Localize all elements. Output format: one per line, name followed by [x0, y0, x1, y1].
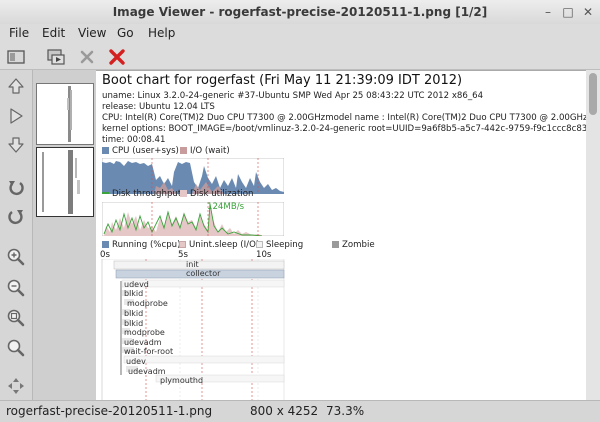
proc-wait-for-root: wait-for-root [124, 347, 174, 356]
legend-disk-throughput-label: Disk throughput [112, 189, 182, 199]
menu-view[interactable]: View [78, 26, 106, 40]
bootchart-info-kernel: kernel options: BOOT_IMAGE=/boot/vmlinuz… [102, 124, 586, 134]
play-icon[interactable] [6, 106, 26, 126]
bootchart-info-time: time: 00:08.41 [102, 135, 166, 145]
menu-help[interactable]: Help [148, 26, 175, 40]
legend-zombie-label: Zombie [342, 240, 375, 250]
delete-icon[interactable] [107, 47, 127, 67]
toolbar [0, 44, 600, 70]
thumbnail-bar [32, 70, 97, 400]
rotate-left-icon[interactable] [6, 177, 26, 197]
rotate-right-icon[interactable] [6, 206, 26, 226]
proc-blkid-1: blkid [124, 289, 144, 298]
proc-plymouthd: plymouthd [160, 376, 204, 385]
minimize-icon[interactable]: – [540, 4, 556, 20]
legend-sleeping-label: Sleeping [266, 240, 304, 250]
legend-unint-sleep: Unint.sleep (I/O) [179, 240, 259, 250]
menu-go[interactable]: Go [117, 26, 134, 40]
zoom-100-icon[interactable] [6, 338, 26, 358]
bootchart-info-release: release: Ubuntu 12.04 LTS [102, 102, 215, 112]
image-canvas[interactable]: Boot chart for rogerfast (Fri May 11 21:… [96, 70, 586, 401]
slideshow-icon[interactable] [46, 47, 66, 67]
legend-disk-utilization-label: Disk utilization [190, 189, 254, 199]
fullscreen-icon[interactable] [6, 376, 26, 396]
legend-cpu-swatch [102, 147, 109, 154]
maximize-icon[interactable]: □ [560, 4, 576, 20]
proc-udevadm-2: udevadm [128, 367, 166, 376]
legend-sleeping: Sleeping [256, 240, 303, 250]
proc-blkid-2: blkid [124, 309, 144, 318]
proc-udevadm-1: udevadm [124, 338, 162, 347]
navigation-panel [0, 70, 32, 400]
zoom-out-icon[interactable] [6, 278, 26, 298]
zoom-in-icon[interactable] [6, 247, 26, 267]
legend-io-swatch [180, 147, 187, 154]
status-filename: rogerfast-precise-20120511-1.png [6, 404, 213, 418]
proc-blkid-3: blkid [124, 319, 144, 328]
go-up-icon[interactable] [6, 76, 26, 96]
legend-io-label: I/O (wait) [190, 146, 230, 156]
close-icon[interactable]: ✕ [580, 4, 596, 20]
proc-collector: collector [186, 269, 221, 278]
thumbnail-1[interactable] [36, 83, 94, 145]
menu-bar: File Edit View Go Help [0, 24, 600, 44]
legend-running-swatch [102, 241, 109, 248]
bootchart-info-uname: uname: Linux 3.2.0-24-generic #37-Ubuntu… [102, 91, 484, 101]
disk-peak-label: 124MB/s [207, 202, 245, 212]
proc-udev: udev [126, 357, 146, 366]
proc-init: init [186, 260, 199, 269]
proc-modprobe-1: modprobe [127, 299, 168, 308]
legend-io: I/O (wait) [180, 146, 230, 156]
scrollbar-thumb[interactable] [589, 73, 597, 115]
title-bar: Image Viewer - rogerfast-precise-2012051… [0, 0, 600, 25]
vertical-scrollbar[interactable] [586, 70, 600, 400]
status-zoom: 73.3% [326, 404, 365, 418]
legend-unint-sleep-swatch [179, 241, 186, 248]
thumbnail-1-preview [67, 86, 72, 142]
menu-edit[interactable]: Edit [42, 26, 65, 40]
browser-icon[interactable] [6, 47, 26, 67]
legend-disk-utilization-swatch [180, 190, 187, 197]
disk-chart [102, 202, 284, 236]
status-bar: rogerfast-precise-20120511-1.png 800 x 4… [0, 400, 600, 422]
legend-zombie: Zombie [332, 240, 375, 250]
legend-unint-sleep-label: Unint.sleep (I/O) [189, 240, 260, 250]
proc-modprobe-2: modprobe [124, 328, 165, 337]
menu-file[interactable]: File [9, 26, 29, 40]
legend-disk-throughput-swatch [102, 192, 109, 194]
status-dimensions: 800 x 4252 [250, 404, 319, 418]
thumbnail-2-preview [42, 150, 80, 214]
go-down-icon[interactable] [6, 135, 26, 155]
legend-disk-throughput: Disk throughput [102, 189, 181, 199]
bootchart-info-cpu: CPU: Intel(R) Core(TM)2 Duo CPU T7300 @ … [102, 113, 586, 123]
window-title: Image Viewer - rogerfast-precise-2012051… [112, 5, 488, 19]
proc-udevd: udevd [124, 280, 149, 289]
legend-cpu: CPU (user+sys) [102, 146, 179, 156]
zoom-fit-icon[interactable] [6, 308, 26, 328]
clear-icon[interactable] [77, 47, 97, 67]
thumbnail-2[interactable] [36, 147, 94, 217]
legend-zombie-swatch [332, 241, 339, 248]
legend-cpu-label: CPU (user+sys) [112, 146, 179, 156]
legend-disk-utilization: Disk utilization [180, 189, 253, 199]
legend-sleeping-swatch [256, 241, 263, 248]
bootchart-title: Boot chart for rogerfast (Fri May 11 21:… [102, 73, 463, 88]
legend-running-label: Running (%cpu) [112, 240, 181, 250]
legend-running: Running (%cpu) [102, 240, 180, 250]
